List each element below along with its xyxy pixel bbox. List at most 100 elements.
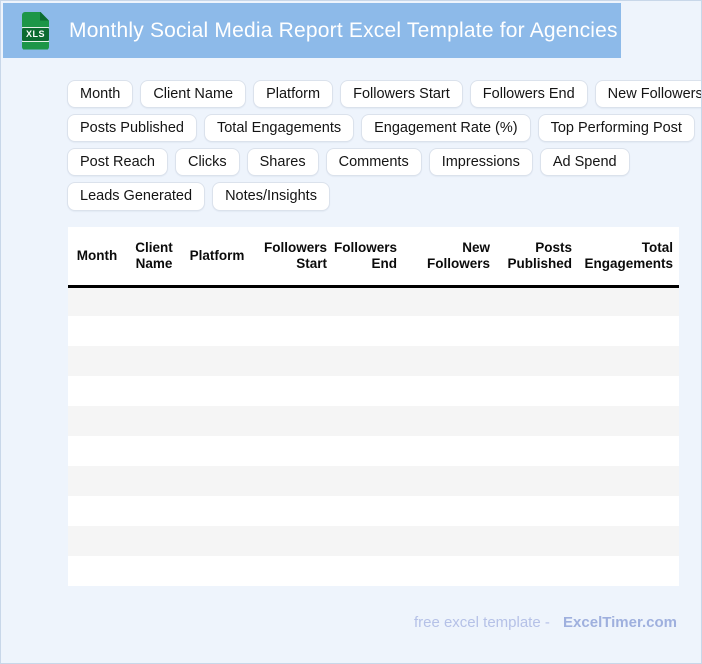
table-cell-empty — [68, 466, 126, 496]
table-cell-empty — [493, 496, 575, 526]
column-header-followers-start: Followers Start — [252, 227, 330, 288]
table-row — [68, 436, 679, 466]
table-cell-empty — [68, 436, 126, 466]
table-row — [68, 286, 679, 316]
table-cell-empty — [575, 436, 679, 466]
column-header-client-name: Client Name — [126, 227, 182, 288]
table-cell-empty — [400, 286, 493, 316]
table-cell-empty — [575, 316, 679, 346]
table-cell-empty — [330, 436, 400, 466]
chip-post-reach[interactable]: Post Reach — [67, 148, 168, 177]
table-cell-empty — [575, 556, 679, 586]
chip-comments[interactable]: Comments — [325, 148, 422, 177]
table-cell-empty — [400, 556, 493, 586]
table-cell-empty — [182, 376, 252, 406]
table-cell-empty — [126, 466, 182, 496]
chip-client-name[interactable]: Client Name — [140, 80, 247, 109]
table-cell-empty — [182, 466, 252, 496]
table-cell-empty — [493, 316, 575, 346]
page: XLS Monthly Social Media Report Excel Te… — [0, 0, 702, 664]
chip-followers-end[interactable]: Followers End — [469, 80, 588, 109]
table-cell-empty — [575, 526, 679, 556]
table-cell-empty — [493, 556, 575, 586]
table-cell-empty — [182, 556, 252, 586]
table-cell-empty — [400, 436, 493, 466]
report-table-head: Month Client Name Platform Followers Start F… — [68, 227, 679, 288]
table-cell-empty — [493, 436, 575, 466]
chip-clicks[interactable]: Clicks — [174, 148, 240, 177]
chip-top-performing-post[interactable]: Top Performing Post — [537, 114, 695, 143]
column-header-total-engagements: Total Engagements — [575, 227, 679, 288]
table-cell-empty — [493, 406, 575, 436]
chip-engagement-rate[interactable]: Engagement Rate (%) — [361, 114, 531, 143]
chip-row: Post Reach Clicks Shares Comments Impression… — [67, 148, 701, 177]
table-cell-empty — [182, 526, 252, 556]
chip-row: Posts Published Total Engagements Engageme… — [67, 114, 701, 143]
chip-shares[interactable]: Shares — [246, 148, 319, 177]
table-cell-empty — [330, 466, 400, 496]
table-cell-empty — [493, 466, 575, 496]
page-title: Monthly Social Media Report Excel Templa… — [69, 18, 618, 42]
table-cell-empty — [68, 406, 126, 436]
table-cell-empty — [252, 466, 330, 496]
table-cell-empty — [182, 406, 252, 436]
table-cell-empty — [252, 286, 330, 316]
table-cell-empty — [400, 316, 493, 346]
chip-month[interactable]: Month — [67, 80, 134, 109]
table-cell-empty — [182, 436, 252, 466]
table-cell-empty — [575, 286, 679, 316]
table-cell-empty — [400, 346, 493, 376]
chips: Month Client Name Platform Followers Start F… — [67, 80, 701, 217]
column-header-new-followers: New Followers — [400, 227, 493, 288]
chip-ad-spend[interactable]: Ad Spend — [539, 148, 630, 177]
chip-row: Month Client Name Platform Followers Start F… — [67, 80, 701, 109]
chip-platform[interactable]: Platform — [253, 80, 334, 109]
header-row: Month Client Name Platform Followers Start F… — [68, 227, 679, 288]
table-row — [68, 526, 679, 556]
report-table-body — [68, 286, 679, 586]
chip-row: Leads Generated Notes/Insights — [67, 182, 701, 211]
table-row — [68, 556, 679, 586]
table-cell-empty — [330, 496, 400, 526]
table-cell-empty — [182, 286, 252, 316]
chip-notes-insights[interactable]: Notes/Insights — [212, 182, 330, 211]
table-row — [68, 406, 679, 436]
table-cell-empty — [126, 376, 182, 406]
table-cell-empty — [126, 406, 182, 436]
chip-new-followers[interactable]: New Followers — [594, 80, 701, 109]
table-cell-empty — [126, 316, 182, 346]
table-cell-empty — [575, 406, 679, 436]
table-cell-empty — [252, 376, 330, 406]
table-cell-empty — [493, 526, 575, 556]
table-cell-empty — [252, 556, 330, 586]
report-table: Month Client Name Platform Followers Start F… — [68, 227, 679, 586]
footer-brand-link[interactable]: ExcelTimer.com — [563, 614, 677, 631]
table-cell-empty — [126, 556, 182, 586]
table-row — [68, 346, 679, 376]
table-cell-empty — [330, 376, 400, 406]
column-header-platform: Platform — [182, 227, 252, 288]
table-cell-empty — [400, 496, 493, 526]
table-cell-empty — [68, 556, 126, 586]
chip-leads-generated[interactable]: Leads Generated — [67, 182, 206, 211]
xls-badge-label: XLS — [22, 26, 49, 42]
table-cell-empty — [126, 436, 182, 466]
chip-posts-published[interactable]: Posts Published — [67, 114, 197, 143]
table-cell-empty — [400, 466, 493, 496]
table-row — [68, 316, 679, 346]
table-row — [68, 376, 679, 406]
table-cell-empty — [252, 526, 330, 556]
table-cell-empty — [126, 526, 182, 556]
chip-total-engagements[interactable]: Total Engagements — [203, 114, 355, 143]
table-cell-empty — [126, 286, 182, 316]
table-cell-empty — [330, 406, 400, 436]
table-cell-empty — [182, 316, 252, 346]
table-row — [68, 466, 679, 496]
table-cell-empty — [182, 496, 252, 526]
table-cell-empty — [575, 346, 679, 376]
table-cell-empty — [68, 286, 126, 316]
chip-impressions[interactable]: Impressions — [428, 148, 533, 177]
chip-followers-start[interactable]: Followers Start — [340, 80, 463, 109]
table-row — [68, 496, 679, 526]
table-cell-empty — [68, 376, 126, 406]
